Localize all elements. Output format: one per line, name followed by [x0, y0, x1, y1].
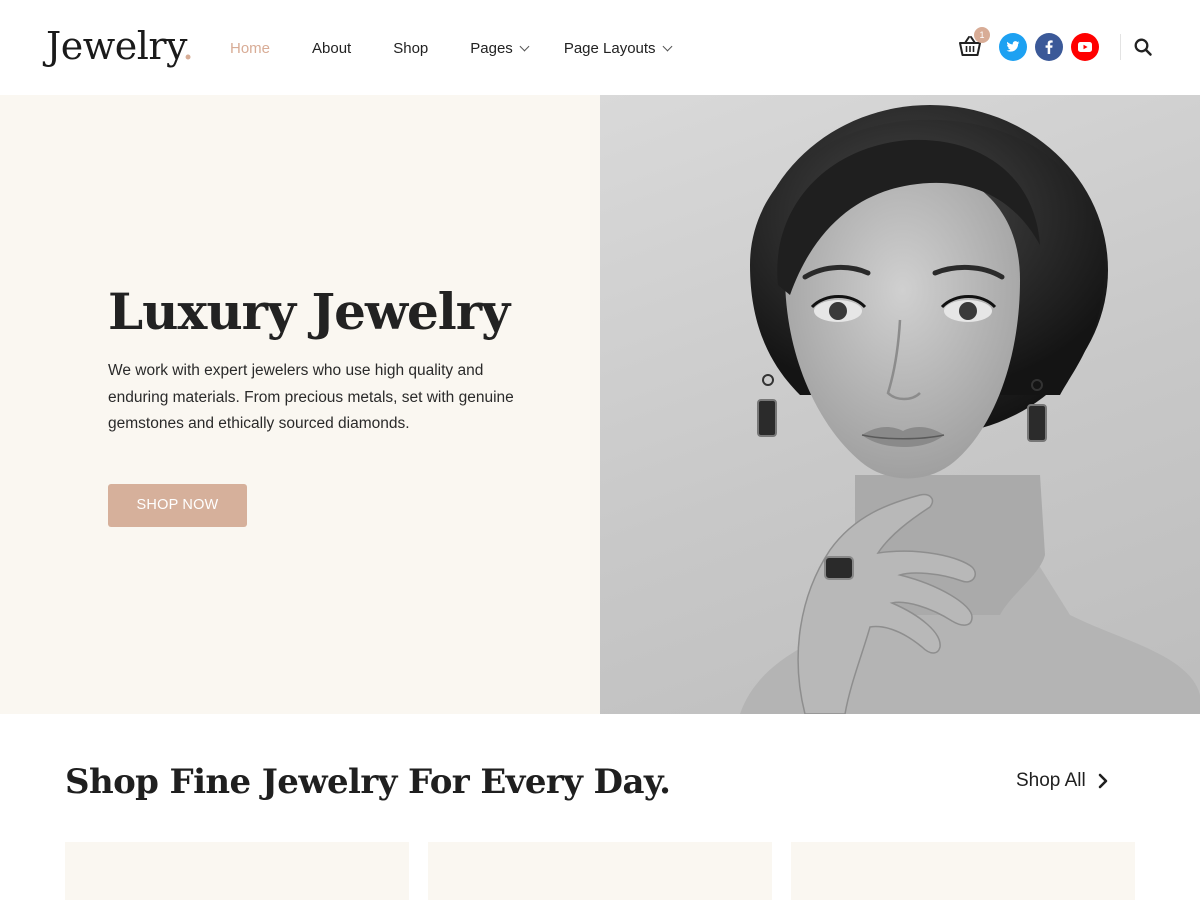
main-nav: Home About Shop Pages Page Layouts — [230, 36, 713, 60]
product-card[interactable] — [428, 842, 772, 900]
nav-about[interactable]: About — [312, 40, 351, 57]
portrait-illustration — [740, 105, 1200, 714]
site-logo[interactable]: Jewelry. — [46, 22, 194, 70]
cart-button[interactable]: 1 — [958, 27, 990, 59]
youtube-icon — [1078, 42, 1092, 52]
nav-home-label: Home — [230, 39, 271, 57]
shop-now-button[interactable]: SHOP NOW — [108, 484, 247, 527]
nav-page-layouts[interactable]: Page Layouts — [563, 39, 673, 57]
nav-pages[interactable]: Pages — [470, 39, 530, 57]
chevron-down-icon — [662, 41, 673, 51]
shop-all-label: Shop All — [1016, 770, 1086, 791]
hero-title: Luxury Jewelry — [108, 282, 510, 341]
nav-page-layouts-label: Page Layouts — [563, 39, 656, 57]
nav-home[interactable]: Home — [230, 40, 270, 57]
logo-dot: . — [181, 24, 194, 68]
shop-all-link[interactable]: Shop All — [1016, 770, 1108, 792]
twitter-button[interactable] — [999, 33, 1027, 61]
search-icon — [1134, 38, 1152, 56]
hero-description: We work with expert jewelers who use hig… — [108, 362, 514, 432]
twitter-icon — [1006, 41, 1020, 52]
facebook-button[interactable] — [1035, 33, 1063, 61]
site-header: Jewelry. Home About Shop Pages Page Layo… — [0, 0, 1200, 95]
nav-about-label: About — [312, 39, 352, 57]
chevron-down-icon — [519, 41, 530, 51]
section-title: Shop Fine Jewelry For Every Day. — [65, 762, 671, 802]
facebook-icon — [1045, 40, 1053, 54]
product-cards — [65, 842, 1136, 900]
hero-image — [600, 95, 1200, 714]
logo-text: Jewelry — [46, 24, 182, 68]
search-button[interactable] — [1133, 37, 1153, 57]
nav-shop[interactable]: Shop — [393, 40, 428, 57]
cart-count-badge: 1 — [974, 27, 990, 43]
chevron-right-icon — [1098, 773, 1108, 789]
nav-pages-label: Pages — [470, 39, 513, 57]
header-divider — [1120, 34, 1121, 60]
youtube-button[interactable] — [1071, 33, 1099, 61]
product-card[interactable] — [791, 842, 1135, 900]
nav-shop-label: Shop — [393, 39, 429, 57]
product-card[interactable] — [65, 842, 409, 900]
